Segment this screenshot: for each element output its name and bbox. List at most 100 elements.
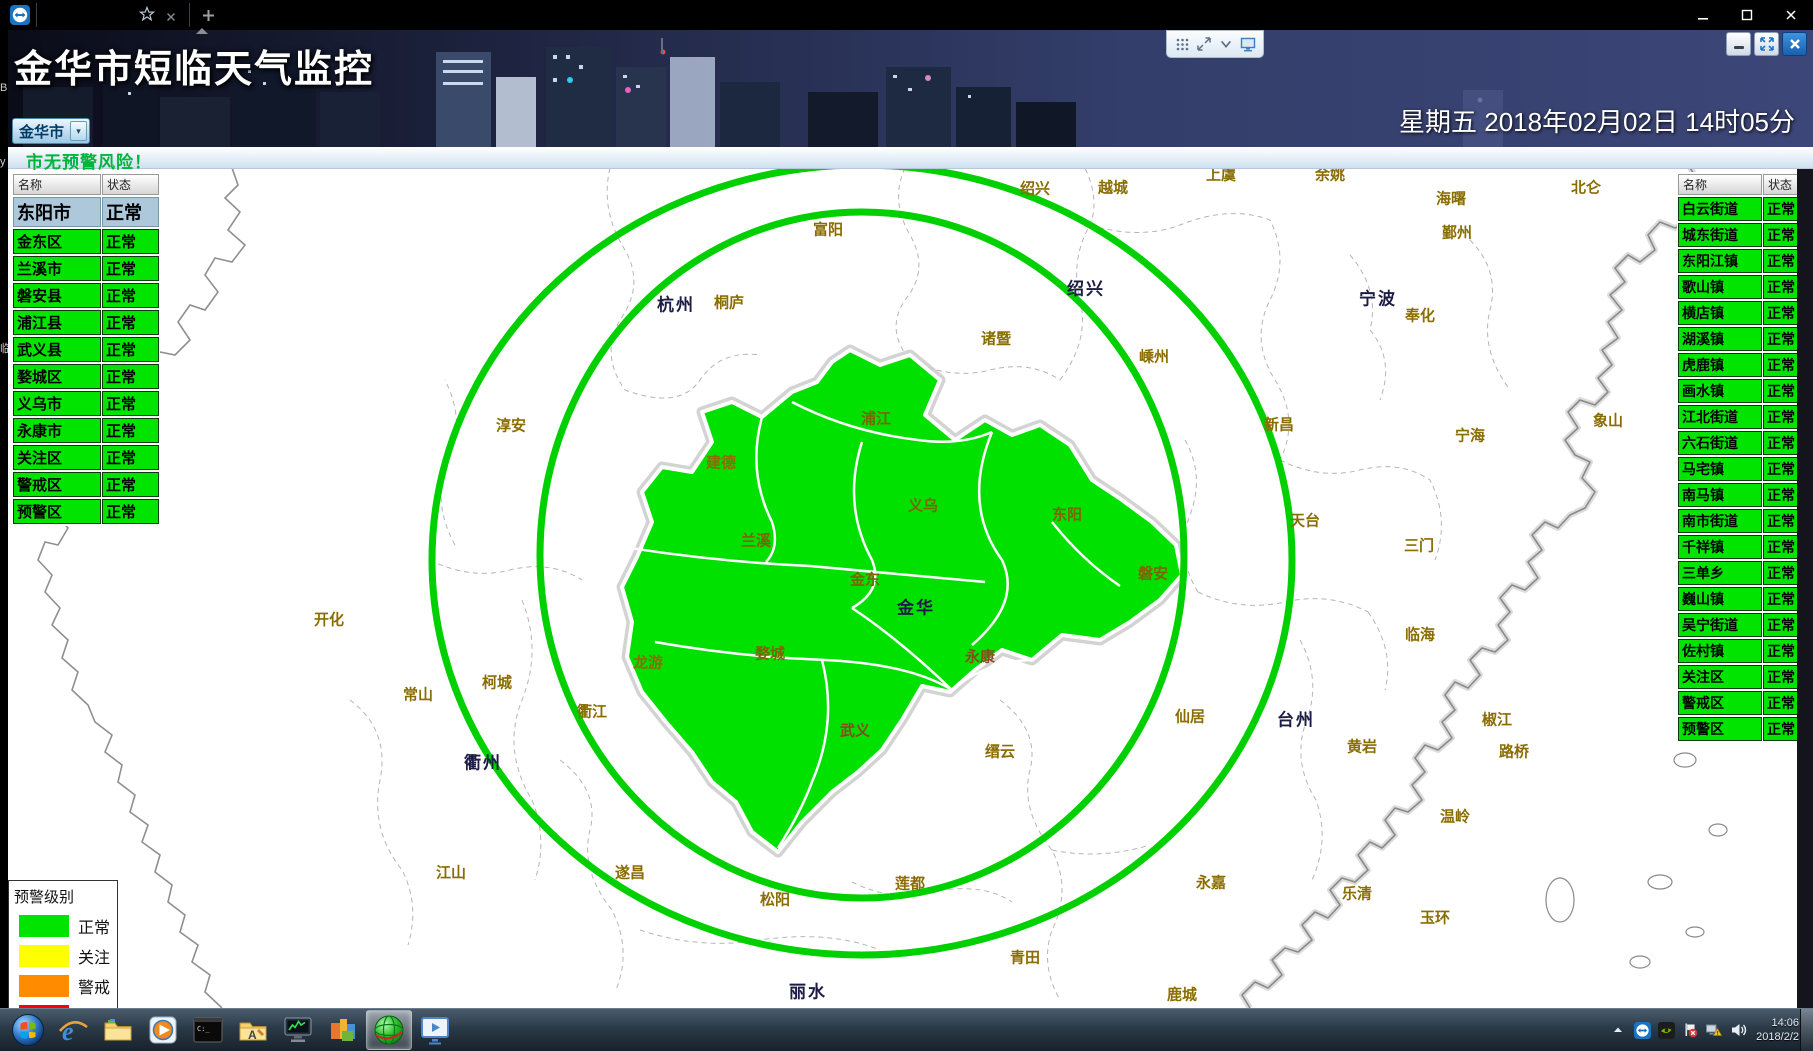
column-header-status[interactable]: 状态 [102, 174, 159, 195]
taskbar-clock[interactable]: 14:06 2018/2/2 [1756, 1016, 1799, 1044]
chevron-down-icon[interactable] [1217, 35, 1235, 53]
row-name[interactable]: 预警区 [13, 499, 101, 524]
app-minimize-button[interactable] [1726, 32, 1751, 56]
network-warning-icon[interactable] [1704, 1020, 1724, 1040]
table-row[interactable]: 白云街道正常 [1678, 197, 1811, 221]
table-row[interactable]: 预警区正常 [13, 499, 159, 524]
table-row[interactable]: 六石街道正常 [1678, 431, 1811, 455]
session-tab[interactable] [0, 0, 220, 30]
table-row[interactable]: 马宅镇正常 [1678, 457, 1811, 481]
row-name[interactable]: 预警区 [1678, 717, 1762, 741]
favorite-star-icon[interactable] [135, 2, 159, 26]
table-row[interactable]: 画水镇正常 [1678, 379, 1811, 403]
app-close-button[interactable] [1782, 32, 1807, 56]
row-name[interactable]: 横店镇 [1678, 301, 1762, 325]
cmd-taskbar-button[interactable]: C:_ [186, 1011, 230, 1049]
weather-monitor-taskbar-button[interactable] [366, 1010, 412, 1050]
row-name[interactable]: 画水镇 [1678, 379, 1762, 403]
monitor-icon[interactable] [1239, 35, 1257, 53]
table-row[interactable]: 南马镇正常 [1678, 483, 1811, 507]
row-name[interactable]: 马宅镇 [1678, 457, 1762, 481]
row-name[interactable]: 警戒区 [1678, 691, 1762, 715]
row-name[interactable]: 警戒区 [13, 472, 101, 497]
grid-icon[interactable] [1173, 35, 1191, 53]
table-row[interactable]: 婺城区正常 [13, 364, 159, 389]
nvidia-icon[interactable] [1656, 1020, 1676, 1040]
row-name[interactable]: 磐安县 [13, 283, 101, 308]
minimize-button[interactable] [1681, 0, 1725, 30]
table-row[interactable]: 兰溪市正常 [13, 256, 159, 281]
row-name[interactable]: 浦江县 [13, 310, 101, 335]
row-name[interactable]: 东阳江镇 [1678, 249, 1762, 273]
row-name[interactable]: 金东区 [13, 229, 101, 254]
row-name[interactable]: 武义县 [13, 337, 101, 362]
row-name[interactable]: 虎鹿镇 [1678, 353, 1762, 377]
table-row[interactable]: 南市街道正常 [1678, 509, 1811, 533]
table-row[interactable]: 义乌市正常 [13, 391, 159, 416]
explorer-taskbar-button[interactable] [96, 1011, 140, 1049]
table-row[interactable]: 关注区正常 [13, 445, 159, 470]
tray-expand-icon[interactable] [1608, 1020, 1628, 1040]
table-row[interactable]: 金东区正常 [13, 229, 159, 254]
row-name[interactable]: 关注区 [1678, 665, 1762, 689]
action-center-icon[interactable] [1680, 1020, 1700, 1040]
row-name[interactable]: 湖溪镇 [1678, 327, 1762, 351]
show-desktop-button[interactable] [1800, 1009, 1813, 1051]
table-row[interactable]: 城东街道正常 [1678, 223, 1811, 247]
row-name[interactable]: 关注区 [13, 445, 101, 470]
chevron-down-icon[interactable]: ▾ [70, 121, 87, 141]
column-header-name[interactable]: 名称 [1678, 174, 1762, 195]
row-name[interactable]: 千祥镇 [1678, 535, 1762, 559]
row-name[interactable]: 佐村镇 [1678, 639, 1762, 663]
table-row[interactable]: 佐村镇正常 [1678, 639, 1811, 663]
office-taskbar-button[interactable] [321, 1011, 365, 1049]
table-row[interactable]: 湖溪镇正常 [1678, 327, 1811, 351]
teamviewer-icon[interactable] [1632, 1020, 1652, 1040]
wmp-taskbar-button[interactable] [141, 1011, 185, 1049]
table-row[interactable]: 磐安县正常 [13, 283, 159, 308]
table-row[interactable]: 横店镇正常 [1678, 301, 1811, 325]
weather-map[interactable]: 绍兴越城上虞余姚海曙北仑鄞州富阳桐庐淳安建德诸暨嵊州新昌奉化宁海象山三门天台临海… [8, 168, 1797, 1008]
table-row[interactable]: 巍山镇正常 [1678, 587, 1811, 611]
table-row[interactable]: 江北街道正常 [1678, 405, 1811, 429]
table-row[interactable]: 永康市正常 [13, 418, 159, 443]
row-name[interactable]: 城东街道 [1678, 223, 1762, 247]
table-row[interactable]: 关注区正常 [1678, 665, 1811, 689]
row-name[interactable]: 白云街道 [1678, 197, 1762, 221]
table-row[interactable]: 预警区正常 [1678, 717, 1811, 741]
table-row[interactable]: 东阳市正常 [13, 197, 159, 227]
region-dropdown[interactable]: 金华市 ▾ [12, 118, 90, 144]
table-row[interactable]: 吴宁街道正常 [1678, 613, 1811, 637]
ie-taskbar-button[interactable]: e [51, 1011, 95, 1049]
table-row[interactable]: 浦江县正常 [13, 310, 159, 335]
row-name[interactable]: 义乌市 [13, 391, 101, 416]
start-button[interactable] [6, 1011, 50, 1049]
table-row[interactable]: 三单乡正常 [1678, 561, 1811, 585]
table-row[interactable]: 警戒区正常 [1678, 691, 1811, 715]
row-name[interactable]: 江北街道 [1678, 405, 1762, 429]
table-row[interactable]: 警戒区正常 [13, 472, 159, 497]
remote-session-toolbar[interactable] [1166, 30, 1264, 58]
monitor-app-taskbar-button[interactable] [276, 1011, 320, 1049]
row-name[interactable]: 三单乡 [1678, 561, 1762, 585]
row-name[interactable]: 兰溪市 [13, 256, 101, 281]
table-row[interactable]: 千祥镇正常 [1678, 535, 1811, 559]
maximize-button[interactable] [1725, 0, 1769, 30]
volume-icon[interactable] [1728, 1020, 1748, 1040]
row-name[interactable]: 南马镇 [1678, 483, 1762, 507]
row-name[interactable]: 六石街道 [1678, 431, 1762, 455]
table-row[interactable]: 歌山镇正常 [1678, 275, 1811, 299]
row-name[interactable]: 巍山镇 [1678, 587, 1762, 611]
close-button[interactable] [1769, 0, 1813, 30]
table-row[interactable]: 武义县正常 [13, 337, 159, 362]
row-name[interactable]: 吴宁街道 [1678, 613, 1762, 637]
resize-icon[interactable] [1195, 35, 1213, 53]
player-taskbar-button[interactable] [413, 1011, 457, 1049]
project-folder-taskbar-button[interactable]: A [231, 1011, 275, 1049]
row-name[interactable]: 东阳市 [13, 197, 101, 227]
new-tab-icon[interactable] [196, 3, 220, 27]
row-name[interactable]: 歌山镇 [1678, 275, 1762, 299]
row-name[interactable]: 南市街道 [1678, 509, 1762, 533]
table-row[interactable]: 虎鹿镇正常 [1678, 353, 1811, 377]
fullscreen-button[interactable] [1754, 32, 1779, 56]
